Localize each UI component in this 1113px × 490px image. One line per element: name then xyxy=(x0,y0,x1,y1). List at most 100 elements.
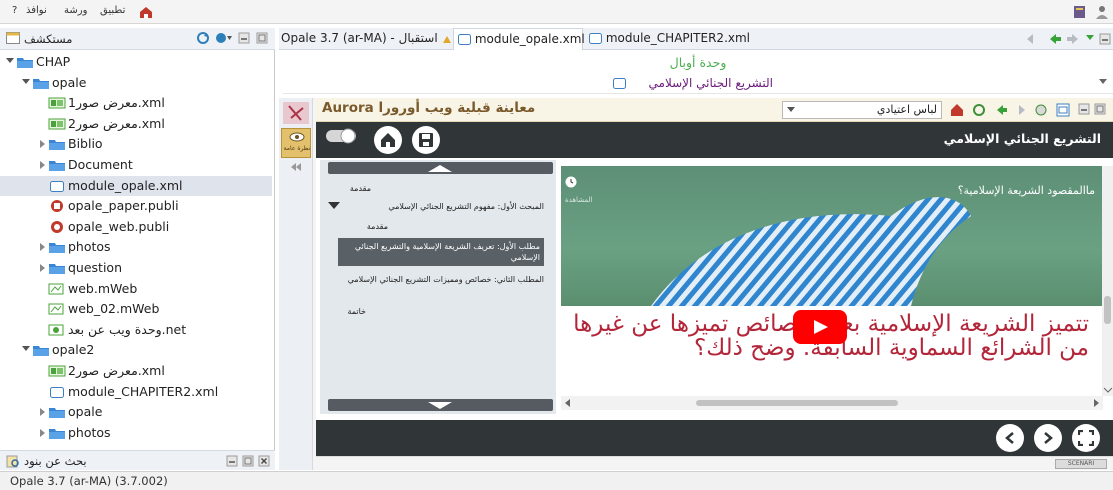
minimize-panel-icon[interactable] xyxy=(238,32,250,44)
preview-minimize-icon[interactable] xyxy=(1078,103,1090,115)
outline-item-subsection1[interactable]: مطلب الأول: تعريف الشريعة الإسلامية والت… xyxy=(338,238,544,266)
overview-button[interactable]: نظرة عامة xyxy=(281,128,311,158)
sync-icon[interactable] xyxy=(196,31,210,45)
folder-icon xyxy=(48,261,66,275)
tree-item[interactable]: question xyxy=(0,258,272,279)
tree-item-label: opale xyxy=(52,74,87,90)
nav-back-icon[interactable] xyxy=(1047,32,1063,46)
video-horizontal-scrollbar[interactable] xyxy=(561,396,1103,410)
tree-item[interactable]: Document xyxy=(0,155,272,176)
tree-item[interactable]: CHAP xyxy=(0,52,272,73)
tab-home[interactable]: Opale 3.7 (ar-MA) - استقبال xyxy=(281,28,453,50)
outline-item-section1-intro[interactable]: مقدمة xyxy=(367,222,388,231)
tree-item[interactable]: معرض صور1.xml xyxy=(0,93,272,114)
search-items-bar[interactable]: بحث عن بنود xyxy=(0,450,275,470)
tree-item-label: module_CHAPITER2.xml xyxy=(68,383,219,399)
outline-scroll-down[interactable] xyxy=(328,399,553,411)
skin-select[interactable]: لباس اعتيادي xyxy=(782,101,942,119)
preview-settings-icon[interactable] xyxy=(1034,103,1048,117)
video-player[interactable]: المشاهدة ماالمقصود الشريعة الإسلامية؟ تت… xyxy=(561,166,1103,396)
outline-expand-icon[interactable] xyxy=(328,202,340,210)
menu-windows[interactable]: نوافذ xyxy=(26,5,47,16)
house-icon xyxy=(380,132,396,148)
outline-item-conclusion[interactable]: خاتمة xyxy=(347,307,366,316)
next-page-button[interactable] xyxy=(1034,424,1062,452)
tree-item[interactable]: photos xyxy=(0,237,272,258)
tree-item[interactable]: وحدة ويب عن بعد.net xyxy=(0,320,272,341)
video-vertical-scrollbar[interactable] xyxy=(1102,166,1113,396)
tree-item[interactable]: web.mWeb xyxy=(0,279,272,300)
toggle-switch[interactable] xyxy=(326,128,358,144)
skin-dropdown-icon xyxy=(787,107,795,113)
expanded-arrow-icon[interactable] xyxy=(22,78,30,84)
collapsed-arrow-icon[interactable] xyxy=(40,264,45,272)
tree-item[interactable]: opale_paper.publi xyxy=(0,196,272,217)
previous-page-button[interactable] xyxy=(996,424,1024,452)
menu-workshop[interactable]: ورشة xyxy=(64,5,87,16)
module-tab-icon xyxy=(589,33,602,44)
collapse-arrow-icon[interactable] xyxy=(289,162,303,172)
tree-item[interactable]: module_opale.xml xyxy=(0,175,272,197)
outline-scroll-up[interactable] xyxy=(328,162,553,174)
module-tab-icon xyxy=(458,34,471,45)
collapsed-arrow-icon[interactable] xyxy=(40,161,45,169)
tree-item[interactable]: opale2 xyxy=(0,340,272,361)
collapsed-arrow-icon[interactable] xyxy=(40,408,45,417)
tree-item[interactable]: web_02.mWeb xyxy=(0,299,272,320)
preview-home-icon[interactable] xyxy=(950,103,964,117)
fullscreen-button[interactable] xyxy=(1072,424,1100,452)
expanded-arrow-icon[interactable] xyxy=(6,58,14,63)
search-close-icon[interactable] xyxy=(258,455,270,467)
preview-maximize-icon[interactable] xyxy=(1094,103,1106,115)
tree-item-label: web.mWeb xyxy=(68,280,138,296)
maximize-panel-icon[interactable] xyxy=(256,32,268,44)
nav-menu-dropdown-icon[interactable] xyxy=(1085,34,1095,42)
web-publi-icon xyxy=(48,220,66,234)
collapsed-arrow-icon[interactable] xyxy=(40,140,45,149)
filter-dropdown-icon[interactable] xyxy=(215,31,233,45)
menu-help[interactable]: ? xyxy=(12,5,17,16)
editor-minimize-icon[interactable] xyxy=(1099,33,1111,45)
tree-item[interactable]: module_CHAPITER2.xml xyxy=(0,382,272,403)
history-back-icon[interactable] xyxy=(1023,32,1039,46)
expanded-arrow-icon[interactable] xyxy=(22,346,30,352)
tab-module-chapiter2[interactable]: module_CHAPITER2.xml xyxy=(585,28,753,50)
tree-item[interactable]: opale xyxy=(0,73,272,94)
outline-item-intro[interactable]: مقدمة xyxy=(350,184,371,193)
search-minimize-icon[interactable] xyxy=(226,455,238,467)
preview-forward-icon[interactable] xyxy=(1014,103,1028,117)
book-icon[interactable] xyxy=(1072,4,1088,20)
tree-item[interactable]: photos xyxy=(0,423,272,444)
tree-item[interactable]: Biblio xyxy=(0,134,272,155)
tree-item[interactable]: opale_web.publi xyxy=(0,217,272,238)
app-home-icon[interactable] xyxy=(138,4,154,20)
tree-item[interactable]: opale xyxy=(0,402,272,423)
tab-module-opale[interactable]: module_opale.xml xyxy=(453,28,585,50)
chapter-title-row[interactable]: التشريع الجنائي الإسلامي xyxy=(283,74,1113,94)
nav-forward-icon[interactable] xyxy=(1065,32,1081,46)
site-save-button[interactable] xyxy=(412,126,440,154)
tree-item[interactable]: معرض صور2.xml xyxy=(0,114,272,135)
outline-item-subsection2[interactable]: المطلب الثاني: خصائص ومميزات التشريع الج… xyxy=(344,274,544,286)
fullscreen-icon xyxy=(1078,430,1094,446)
chevron-left-icon xyxy=(1003,431,1017,445)
menu-application[interactable]: تطبيق xyxy=(100,5,125,16)
preview-refresh-icon[interactable] xyxy=(972,103,986,117)
watch-later-icon[interactable] xyxy=(565,176,577,188)
user-settings-icon[interactable] xyxy=(1094,4,1110,20)
site-home-button[interactable] xyxy=(374,126,402,154)
preview-back-icon[interactable] xyxy=(994,103,1008,117)
preview-window-icon[interactable] xyxy=(1056,103,1070,117)
outline-item-section1[interactable]: المبحث الأول: مفهوم التشريع الجنائي الإس… xyxy=(348,202,544,211)
collapsed-arrow-icon[interactable] xyxy=(40,243,45,252)
youtube-play-button[interactable] xyxy=(793,310,847,344)
collapsed-arrow-icon[interactable] xyxy=(40,428,45,437)
tree-item[interactable]: معرض صور2.xml xyxy=(0,361,272,382)
tab-module-opale-label: module_opale.xml xyxy=(474,32,585,46)
search-maximize-icon[interactable] xyxy=(242,455,254,467)
chapter-dropdown-icon[interactable] xyxy=(1099,79,1107,85)
preview-tool-icon[interactable] xyxy=(283,102,309,124)
tree-item-label: opale xyxy=(68,404,103,420)
video-question: ماالمقصود الشريعة الإسلامية؟ xyxy=(957,184,1095,197)
gallery-icon xyxy=(48,96,66,110)
